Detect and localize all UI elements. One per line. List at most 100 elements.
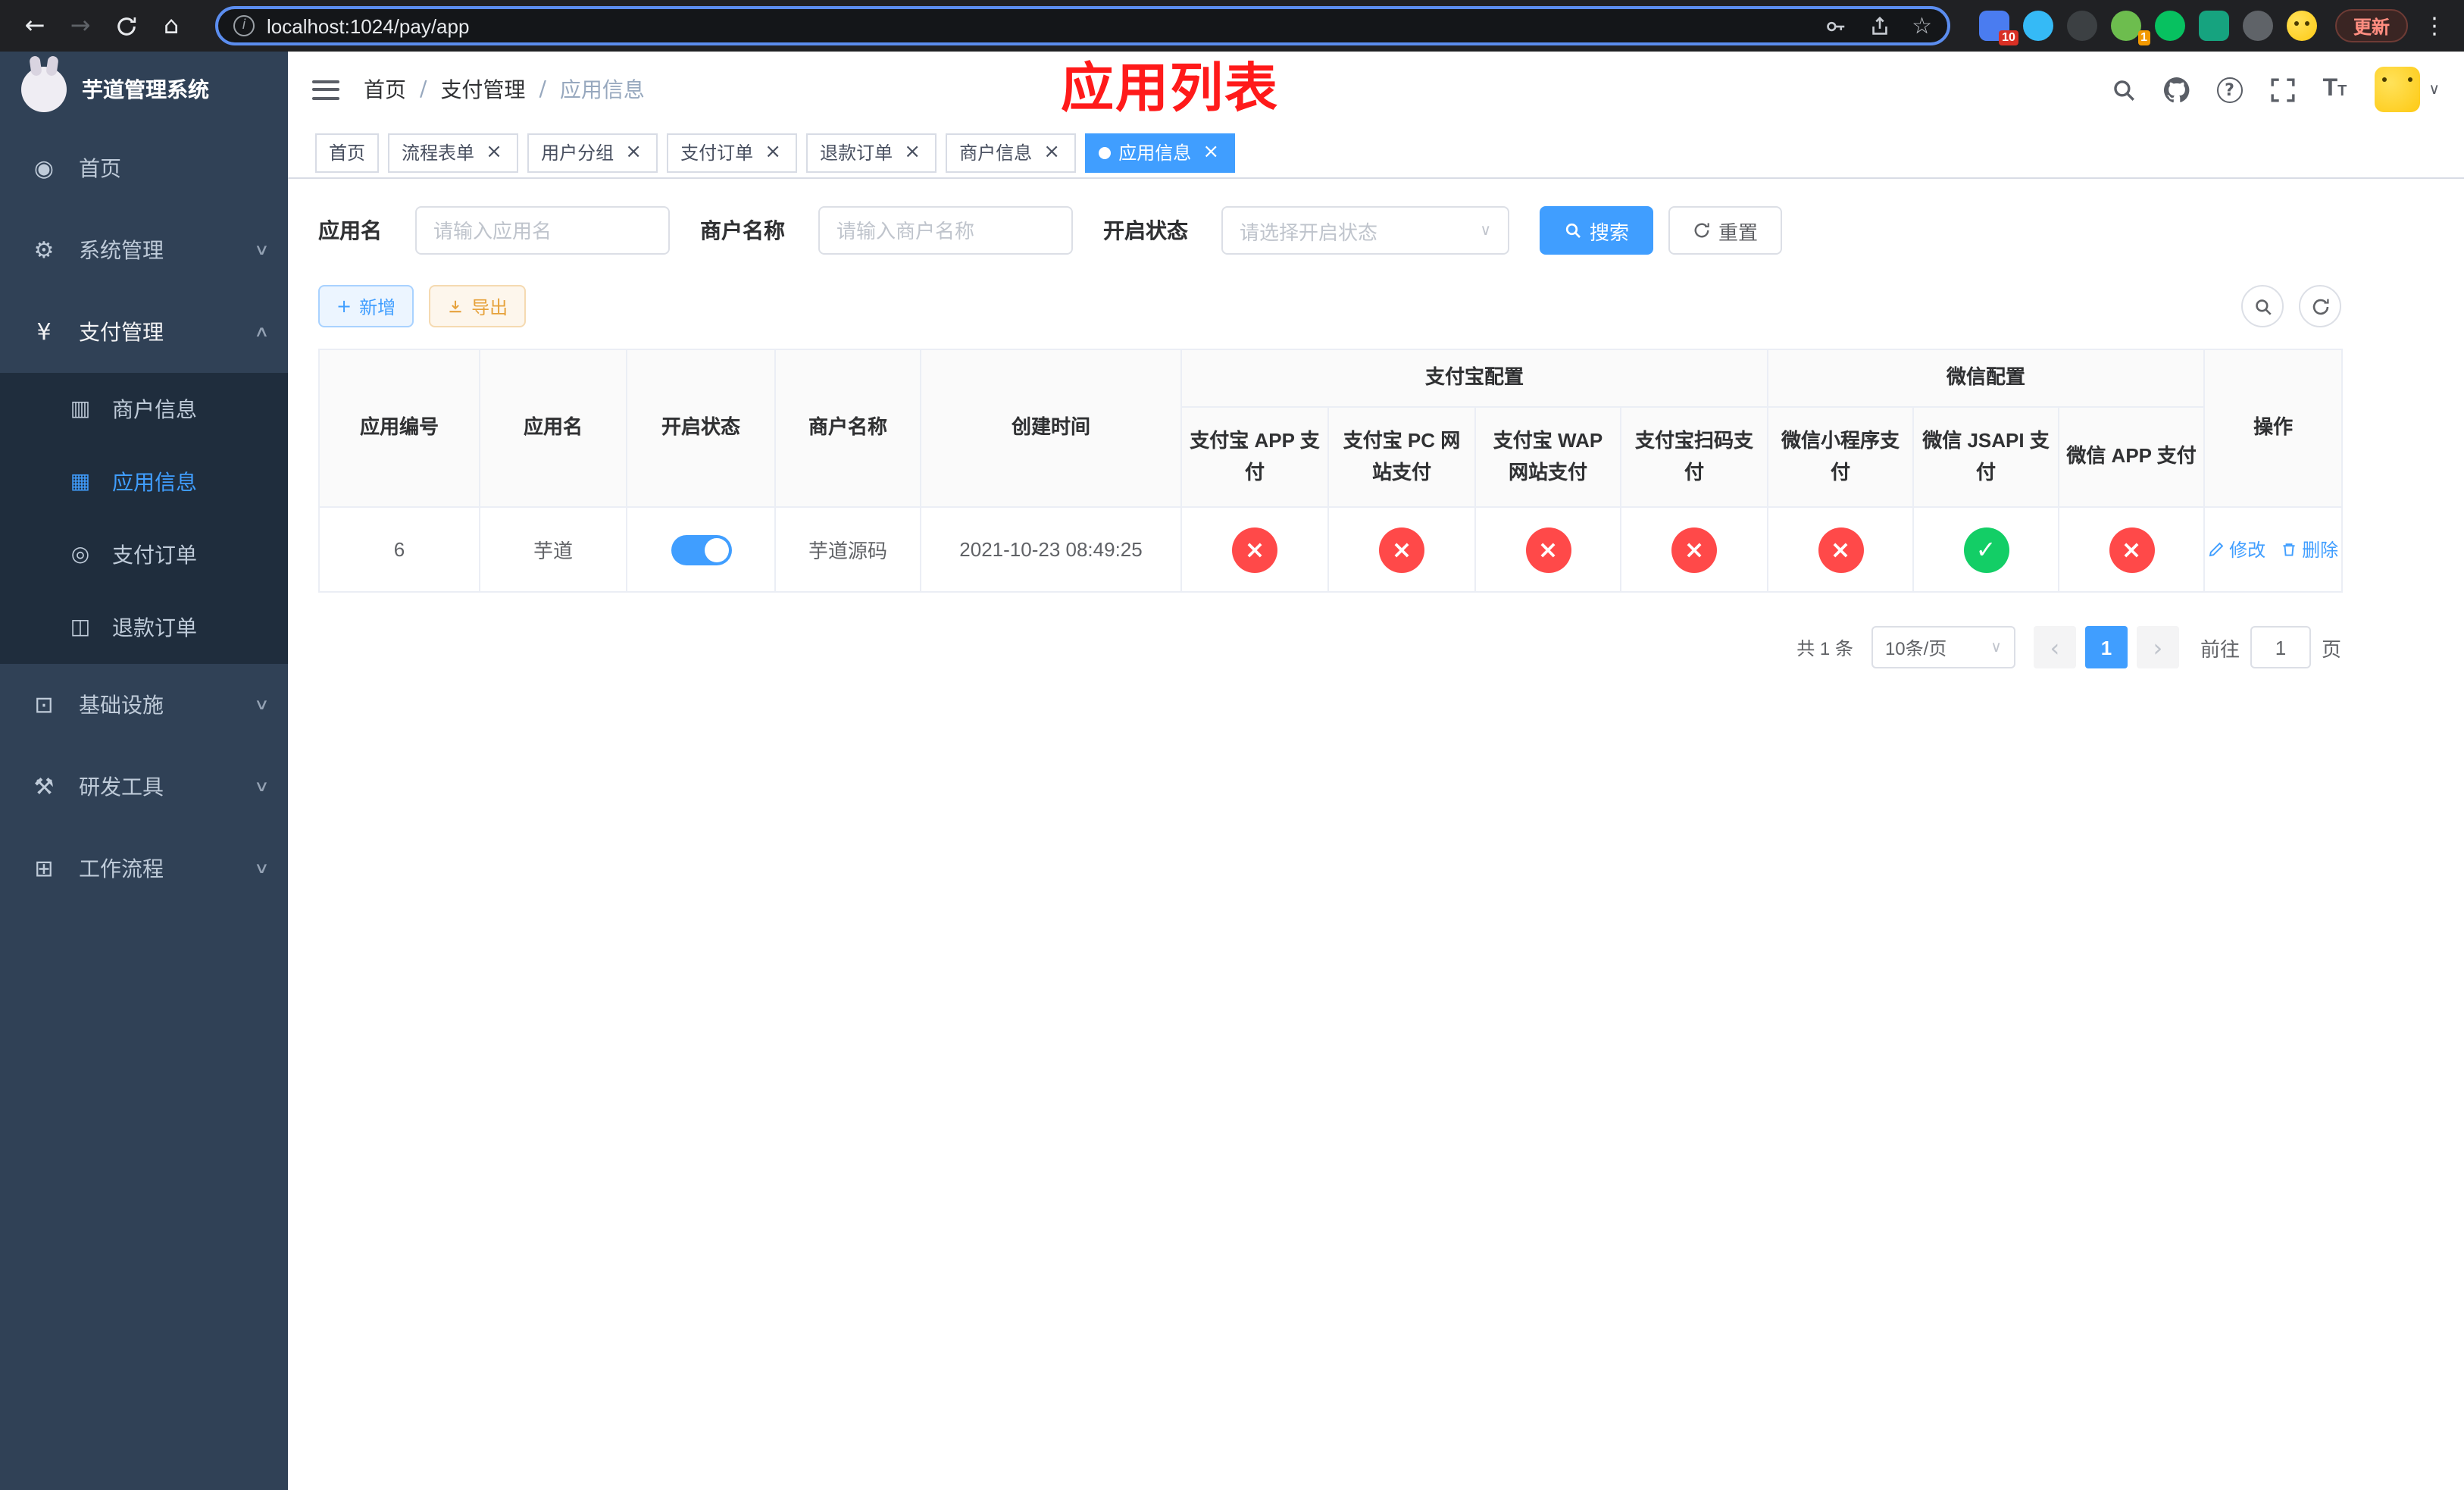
- page-number-1[interactable]: 1: [2084, 626, 2128, 668]
- password-key-icon[interactable]: [1824, 14, 1846, 37]
- tab-pay-order[interactable]: 支付订单 ×: [667, 133, 798, 172]
- tab-user-group[interactable]: 用户分组 ×: [527, 133, 658, 172]
- chevron-down-icon: ∨: [253, 778, 269, 795]
- reset-button[interactable]: 重置: [1668, 206, 1783, 255]
- close-icon[interactable]: ×: [483, 142, 505, 163]
- close-icon[interactable]: ×: [1200, 142, 1221, 163]
- extension-pin-icon[interactable]: [2242, 11, 2273, 41]
- site-info-icon[interactable]: i: [233, 15, 255, 36]
- reload-icon[interactable]: [109, 14, 142, 37]
- sidebar-item-app-info[interactable]: ▦ 应用信息: [0, 446, 288, 518]
- infra-icon: ⊡: [34, 691, 54, 718]
- goto-label: 前往: [2200, 637, 2240, 660]
- extension-dark-icon[interactable]: [2066, 11, 2097, 41]
- sidebar-item-infra[interactable]: ⊡ 基础设施 ∨: [0, 664, 288, 746]
- breadcrumb-home[interactable]: 首页: [364, 74, 406, 105]
- annotation-app-list: 应用列表: [1061, 59, 1280, 118]
- refresh-button[interactable]: [2299, 285, 2341, 327]
- logo-avatar: [21, 67, 67, 112]
- col-header-wx-mini: 微信小程序支付: [1767, 406, 1915, 508]
- sidebar-item-pay-order[interactable]: ◎ 支付订单: [0, 518, 288, 591]
- export-button[interactable]: 导出: [429, 285, 527, 327]
- sidebar-item-home[interactable]: ◉ 首页: [0, 127, 288, 209]
- sidebar-item-merchant-info[interactable]: ▥ 商户信息: [0, 373, 288, 446]
- tab-app-info[interactable]: 应用信息 ×: [1085, 133, 1236, 172]
- caret-down-icon: ∨: [1990, 639, 2002, 656]
- font-size-icon[interactable]: TT: [2323, 77, 2347, 102]
- status-toggle[interactable]: [671, 534, 731, 565]
- tab-merchant-info[interactable]: 商户信息 ×: [946, 133, 1077, 172]
- search-icon[interactable]: [2111, 77, 2137, 102]
- profile-badge: 1: [2137, 30, 2150, 45]
- next-page-button[interactable]: ›: [2136, 626, 2179, 668]
- tab-refund-order[interactable]: 退款订单 ×: [806, 133, 937, 172]
- sidebar-item-workflow[interactable]: ⊞ 工作流程 ∨: [0, 828, 288, 909]
- page: ← → ⌂ i localhost:1024/pay/app ☆ 10 1 更新: [0, 0, 2464, 1490]
- back-icon[interactable]: ←: [18, 13, 52, 38]
- close-icon[interactable]: ×: [762, 142, 783, 163]
- table-toolbar: + 新增 导出: [318, 285, 2341, 327]
- help-icon[interactable]: ?: [2216, 77, 2243, 102]
- navbar-actions: ? TT ∨: [2111, 67, 2440, 112]
- extension-drop-icon[interactable]: [2022, 11, 2053, 41]
- tags-view: 首页 流程表单 × 用户分组 × 支付订单 × 退款订单 × 商户信息 × 应用信息 ×: [288, 127, 2464, 179]
- fullscreen-icon[interactable]: [2270, 77, 2296, 102]
- profile-emoji-icon[interactable]: [2286, 11, 2317, 41]
- col-header-wx-jsapi: 微信 JSAPI 支付: [1912, 406, 2060, 508]
- address-bar[interactable]: i localhost:1024/pay/app ☆: [215, 6, 1950, 45]
- sidebar-item-payment[interactable]: ¥ 支付管理 ∧: [0, 291, 288, 373]
- cell-merchant: 芋道源码: [774, 506, 921, 593]
- sidebar-collapse-icon[interactable]: [312, 80, 339, 99]
- add-button[interactable]: + 新增: [318, 285, 414, 327]
- alipay-qr-status-icon: ×: [1671, 527, 1717, 572]
- chevron-down-icon: ∨: [253, 860, 269, 877]
- close-icon[interactable]: ×: [902, 142, 923, 163]
- devtools-icon: ⚒: [33, 773, 55, 800]
- bookmark-star-icon[interactable]: ☆: [1912, 14, 1932, 37]
- col-header-merchant: 商户名称: [774, 349, 921, 508]
- wechat-devtools-icon[interactable]: [2154, 11, 2185, 41]
- merchant-name-input[interactable]: [818, 206, 1073, 255]
- home-icon[interactable]: ⌂: [155, 13, 188, 38]
- cell-app-name: 芋道: [479, 506, 627, 593]
- sidebar-item-devtools[interactable]: ⚒ 研发工具 ∨: [0, 746, 288, 828]
- sidebar-item-system[interactable]: ⚙ 系统管理 ∨: [0, 209, 288, 291]
- sidebar-item-refund-order[interactable]: ◫ 退款订单: [0, 591, 288, 664]
- navbar: 首页 / 支付管理 / 应用信息 ? TT ∨: [288, 52, 2464, 127]
- sidebar: 芋道管理系统 ◉ 首页 ⚙ 系统管理 ∨ ¥ 支付管理 ∧ ▥ 商户信息 ▦ 应…: [0, 52, 288, 1490]
- delete-link[interactable]: 删除: [2281, 537, 2338, 562]
- col-header-alipay-pc: 支付宝 PC 网站支付: [1327, 406, 1476, 508]
- tab-home[interactable]: 首页: [315, 133, 380, 172]
- browser-update-button[interactable]: 更新: [2334, 9, 2408, 42]
- cell-status: [626, 506, 776, 593]
- share-icon[interactable]: [1868, 14, 1890, 37]
- user-avatar-menu[interactable]: ∨: [2374, 67, 2440, 112]
- status-select[interactable]: 请选择开启状态 ∨: [1221, 206, 1509, 255]
- github-icon[interactable]: [2163, 77, 2190, 102]
- status-label: 开启状态: [1103, 218, 1188, 243]
- alipay-app-status-icon: ×: [1232, 527, 1277, 572]
- merchant-card-icon: ▥: [70, 397, 91, 421]
- wx-jsapi-status-icon: ✓: [1963, 527, 2009, 572]
- app-grid-icon: ▦: [70, 470, 91, 494]
- close-icon[interactable]: ×: [1041, 142, 1062, 163]
- main-content: 应用名 商户名称 开启状态 请选择开启状态 ∨ 搜索: [288, 179, 2464, 1490]
- extension-green-icon[interactable]: [2198, 11, 2229, 41]
- browser-menu-icon[interactable]: ⋮: [2423, 12, 2446, 39]
- col-group-wechat: 微信配置: [1767, 349, 2206, 408]
- search-button[interactable]: 搜索: [1540, 206, 1654, 255]
- edit-link[interactable]: 修改: [2208, 537, 2265, 562]
- goto-page-input[interactable]: [2250, 626, 2311, 668]
- toggle-search-button[interactable]: [2241, 285, 2284, 327]
- tab-process-form[interactable]: 流程表单 ×: [388, 133, 519, 172]
- extension-avatar-icon[interactable]: 1: [2110, 11, 2150, 45]
- breadcrumb-payment[interactable]: 支付管理: [440, 74, 525, 105]
- extension-puzzle-icon[interactable]: 10: [1978, 11, 2018, 45]
- prev-page-button[interactable]: ‹: [2033, 626, 2076, 668]
- forward-icon[interactable]: →: [64, 13, 97, 38]
- wx-app-status-icon: ×: [2109, 527, 2155, 572]
- close-icon[interactable]: ×: [623, 142, 644, 163]
- page-size-select[interactable]: 10条/页 ∨: [1871, 626, 2015, 668]
- app-name-input[interactable]: [415, 206, 670, 255]
- extension-badge: 10: [1999, 30, 2018, 45]
